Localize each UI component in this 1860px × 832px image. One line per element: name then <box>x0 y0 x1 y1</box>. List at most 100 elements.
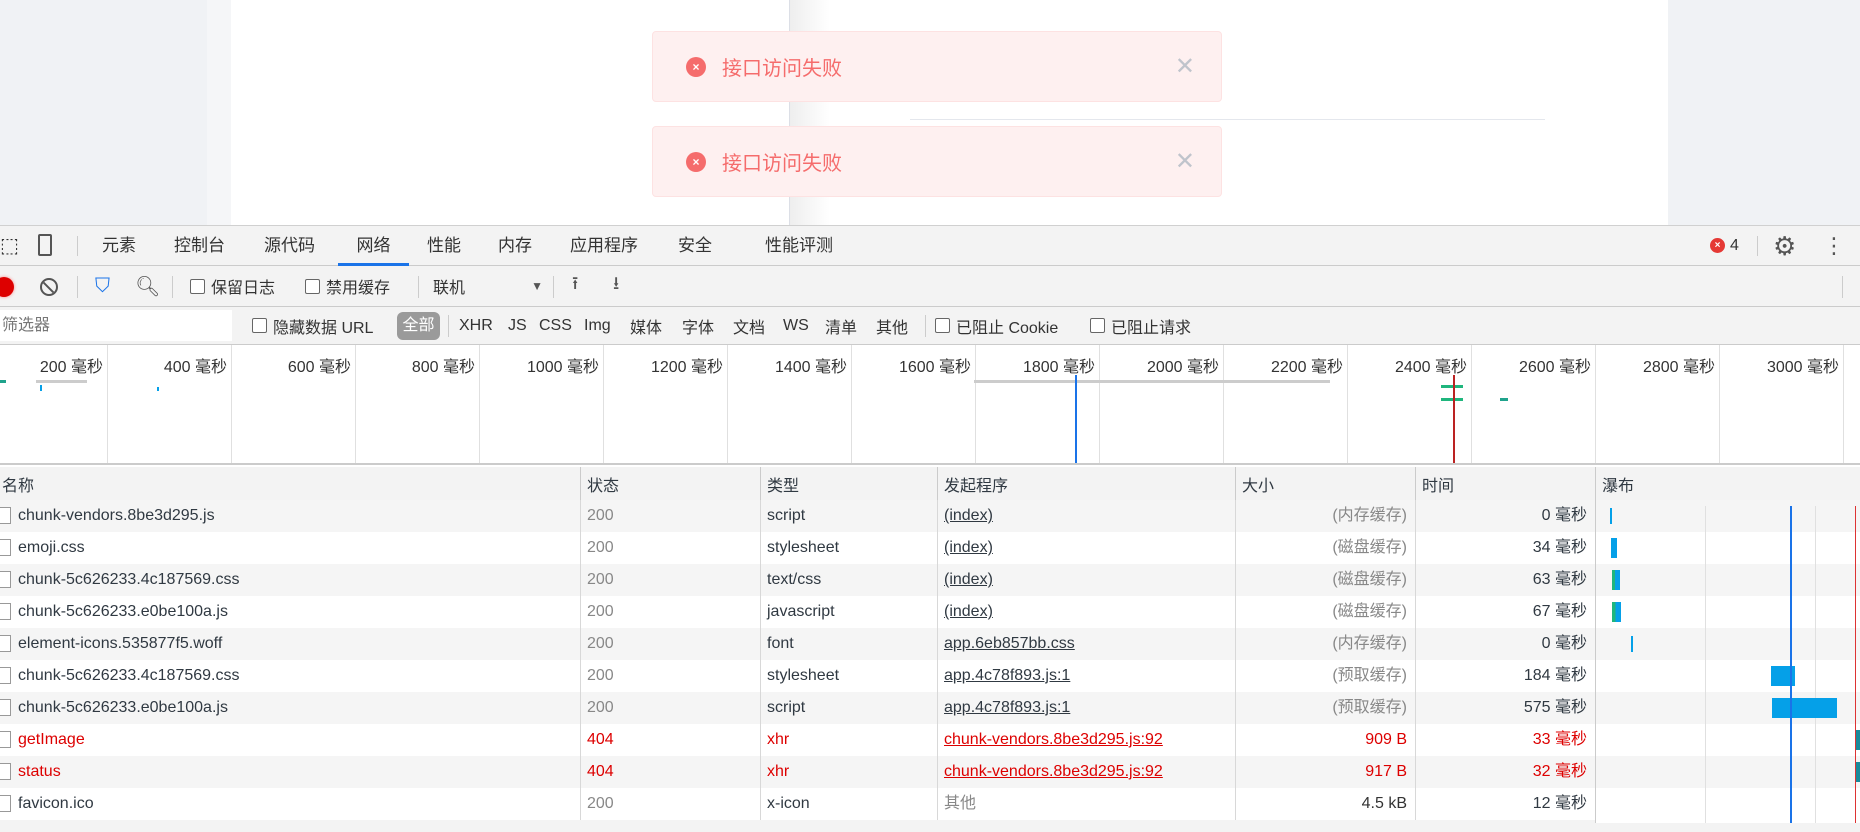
request-initiator[interactable]: (index) <box>937 500 1235 532</box>
clear-icon[interactable] <box>40 278 58 296</box>
close-icon[interactable]: ✕ <box>1175 147 1195 176</box>
request-status: 200 <box>580 788 760 820</box>
table-row[interactable]: status 404 xhr chunk-vendors.8be3d295.js:92… <box>0 756 1595 788</box>
request-initiator[interactable]: app.4c78f893.js:1 <box>937 660 1235 692</box>
filter-type-img[interactable]: Img <box>584 307 611 344</box>
request-time: 575 毫秒 <box>1415 692 1595 724</box>
overview-tick-label: 2400 毫秒 <box>1394 359 1467 376</box>
waterfall-bar[interactable] <box>1610 508 1612 524</box>
waterfall-row <box>1596 724 1860 756</box>
tab-console[interactable]: 控制台 <box>174 226 225 266</box>
request-type: xhr <box>760 756 937 788</box>
request-initiator[interactable]: chunk-vendors.8be3d295.js:92 <box>937 756 1235 788</box>
inspect-element-icon[interactable]: ⬚ <box>0 226 19 266</box>
request-type: stylesheet <box>760 532 937 564</box>
filter-type-xhr[interactable]: XHR <box>459 307 493 344</box>
waterfall-bar[interactable] <box>1772 698 1837 718</box>
tab-sources[interactable]: 源代码 <box>264 226 315 266</box>
overview-gridline <box>1843 345 1844 463</box>
export-har-icon[interactable]: ⭳ <box>613 266 619 306</box>
overview-tick-label: 800 毫秒 <box>411 359 475 376</box>
request-name: chunk-5c626233.e0be100a.js <box>18 699 228 716</box>
request-name: emoji.css <box>18 539 85 556</box>
table-row[interactable]: favicon.ico 200 x-icon 其他 4.5 kB 12 毫秒 <box>0 788 1595 820</box>
filter-type-ws[interactable]: WS <box>783 307 809 344</box>
import-har-icon[interactable]: ⭱ <box>572 266 578 306</box>
request-name: chunk-5c626233.e0be100a.js <box>18 603 228 620</box>
blocked-cookies-label: 已阻止 Cookie <box>956 319 1059 337</box>
request-initiator[interactable]: app.4c78f893.js:1 <box>937 692 1235 724</box>
disable-cache-checkbox[interactable]: 禁用缓存 <box>305 266 390 306</box>
error-circle-icon: × <box>686 56 706 77</box>
tab-network[interactable]: 网络 <box>338 226 409 266</box>
device-toolbar-icon[interactable] <box>38 234 52 256</box>
request-size: 917 B <box>1235 756 1415 788</box>
table-row[interactable]: chunk-5c626233.4c187569.css 200 stylesheet… <box>0 660 1595 692</box>
overview-mark <box>0 380 6 383</box>
waterfall-bar[interactable] <box>1856 762 1860 782</box>
web-page: × 接口访问失败 ✕ × 接口访问失败 ✕ <box>0 0 1860 225</box>
request-name: chunk-5c626233.4c187569.css <box>18 667 240 684</box>
filter-input[interactable]: 筛选器 <box>0 310 232 341</box>
tab-memory[interactable]: 内存 <box>498 226 532 266</box>
blocked-requests-checkbox[interactable]: 已阻止请求 <box>1090 307 1191 344</box>
waterfall-bar[interactable] <box>1612 570 1620 590</box>
overview-tick-label: 2600 毫秒 <box>1518 359 1591 376</box>
request-initiator[interactable]: app.6eb857bb.css <box>937 628 1235 660</box>
request-initiator[interactable]: (index) <box>937 564 1235 596</box>
request-initiator[interactable]: (index) <box>937 532 1235 564</box>
tab-elements[interactable]: 元素 <box>102 226 136 266</box>
overview-mark <box>1441 398 1463 401</box>
error-message: × 接口访问失败 ✕ <box>652 31 1222 102</box>
filter-type-css[interactable]: CSS <box>539 307 572 344</box>
waterfall-column <box>1595 500 1860 823</box>
error-icon[interactable]: × <box>1710 238 1725 253</box>
request-initiator[interactable]: (index) <box>937 596 1235 628</box>
filter-type-all[interactable]: 全部 <box>397 312 440 340</box>
throttling-select[interactable]: 联机 ▼ <box>433 266 543 306</box>
record-icon[interactable] <box>0 277 14 297</box>
gear-icon[interactable]: ⚙ <box>1773 226 1796 266</box>
table-row[interactable]: emoji.css 200 stylesheet (index) (磁盘缓存) 34 毫秒 <box>0 532 1595 564</box>
filter-type-doc[interactable]: 文档 <box>733 307 765 344</box>
error-message: × 接口访问失败 ✕ <box>652 126 1222 197</box>
more-options-icon[interactable]: ⋮ <box>1823 226 1845 266</box>
tab-lighthouse[interactable]: 性能评测 <box>765 226 833 266</box>
request-initiator[interactable]: chunk-vendors.8be3d295.js:92 <box>937 724 1235 756</box>
hide-data-urls-checkbox[interactable]: 隐藏数据 URL <box>252 307 373 344</box>
waterfall-bar[interactable] <box>1631 636 1633 652</box>
filter-icon[interactable]: ⛉ <box>95 275 110 298</box>
table-row[interactable]: chunk-5c626233.4c187569.css 200 text/css (i… <box>0 564 1595 596</box>
hide-data-urls-label: 隐藏数据 URL <box>273 319 374 337</box>
request-time: 33 毫秒 <box>1415 724 1595 756</box>
request-type: xhr <box>760 724 937 756</box>
waterfall-bar[interactable] <box>1856 730 1860 750</box>
preserve-log-checkbox[interactable]: 保留日志 <box>190 266 275 306</box>
overview-tick-label: 2000 毫秒 <box>1146 359 1219 376</box>
tab-performance[interactable]: 性能 <box>427 226 461 266</box>
waterfall-row <box>1596 596 1860 628</box>
error-count[interactable]: 4 <box>1730 226 1739 266</box>
table-row[interactable]: getImage 404 xhr chunk-vendors.8be3d295.js:… <box>0 724 1595 756</box>
close-icon[interactable]: ✕ <box>1175 52 1195 81</box>
error-circle-icon: × <box>686 151 706 172</box>
request-status: 200 <box>580 500 760 532</box>
waterfall-bar[interactable] <box>1611 538 1617 558</box>
filter-type-font[interactable]: 字体 <box>682 307 714 344</box>
filter-type-media[interactable]: 媒体 <box>630 307 662 344</box>
filter-type-js[interactable]: JS <box>508 307 527 344</box>
table-row[interactable]: chunk-vendors.8be3d295.js 200 script (index… <box>0 500 1595 532</box>
filter-type-manifest[interactable]: 清单 <box>825 307 857 344</box>
tab-security[interactable]: 安全 <box>678 226 712 266</box>
blocked-cookies-checkbox[interactable]: 已阻止 Cookie <box>935 307 1058 344</box>
table-row[interactable]: chunk-5c626233.e0be100a.js 200 javascript(… <box>0 596 1595 628</box>
network-overview[interactable]: 200 毫秒 400 毫秒 600 毫秒 800 毫秒 1000 毫秒 1200 毫秒 14… <box>0 345 1860 465</box>
request-time: 12 毫秒 <box>1415 788 1595 820</box>
table-row[interactable]: chunk-5c626233.e0be100a.js 200 script app.4… <box>0 692 1595 724</box>
table-row[interactable]: element-icons.535877f5.woff 200 font app.6e… <box>0 628 1595 660</box>
filter-type-other[interactable]: 其他 <box>876 307 908 344</box>
tab-application[interactable]: 应用程序 <box>570 226 638 266</box>
search-icon[interactable]: 🔍︎ <box>135 274 160 299</box>
waterfall-bar[interactable] <box>1612 602 1621 622</box>
overview-tick-label: 400 毫秒 <box>163 359 227 376</box>
